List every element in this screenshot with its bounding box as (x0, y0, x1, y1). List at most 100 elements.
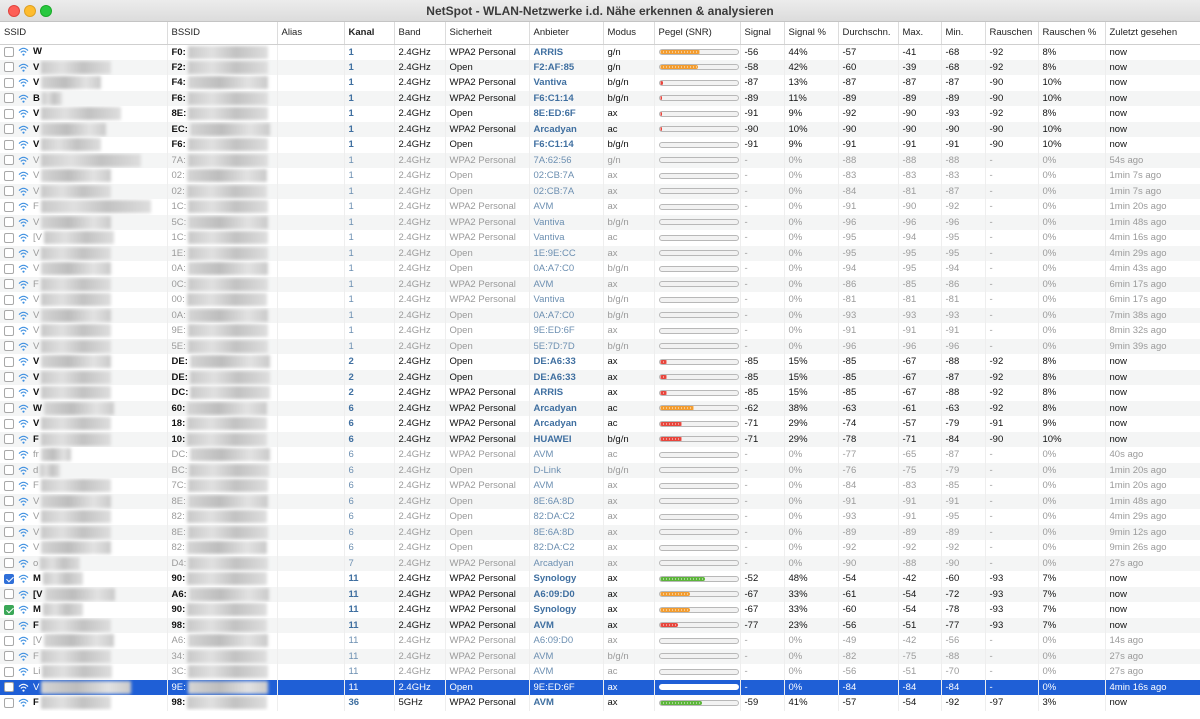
table-row[interactable]: [V A6: 11 2.4GHz WPA2 Personal A6:09:D0 ax -67 3… (0, 586, 1200, 602)
table-row[interactable]: V 00: 1 2.4GHz WPA2 Personal Vantiva b/g/n -0% -… (0, 292, 1200, 308)
table-row[interactable]: F 7C: 6 2.4GHz WPA2 Personal AVM ax -0% -84 -83 -8… (0, 478, 1200, 494)
row-checkbox[interactable] (4, 201, 14, 212)
table-row[interactable]: V 8E: 6 2.4GHz Open 8E:6A:8D ax -0% -91 -91 -91-0%… (0, 493, 1200, 509)
cell-alias[interactable] (277, 385, 345, 401)
table-row[interactable]: V 5C: 1 2.4GHz WPA2 Personal Vantiva b/g/n -0% -… (0, 214, 1200, 230)
table-row[interactable]: V F6: 1 2.4GHz Open F6:C1:14 b/g/n -91 9% -91 -91-… (0, 137, 1200, 153)
col-header-ssid[interactable]: SSID (0, 22, 168, 45)
row-checkbox[interactable] (4, 573, 14, 584)
row-checkbox[interactable] (4, 62, 14, 73)
row-checkbox[interactable] (4, 93, 14, 104)
row-checkbox[interactable] (4, 155, 14, 166)
table-row[interactable]: V 18: 6 2.4GHz WPA2 Personal Arcadyan ac -71 29%… (0, 416, 1200, 432)
cell-alias[interactable] (277, 462, 345, 478)
col-header-pegel[interactable]: Pegel (SNR) (654, 22, 741, 45)
cell-alias[interactable] (277, 168, 345, 184)
row-checkbox[interactable] (4, 666, 14, 677)
table-row[interactable]: F 34: 11 2.4GHz WPA2 Personal AVM b/g/n -0% -82-… (0, 648, 1200, 664)
cell-alias[interactable] (277, 478, 345, 494)
row-checkbox[interactable] (4, 279, 14, 290)
cell-alias[interactable] (277, 121, 345, 137)
row-checkbox[interactable] (4, 263, 14, 274)
cell-alias[interactable] (277, 648, 345, 664)
cell-alias[interactable] (277, 152, 345, 168)
cell-alias[interactable] (277, 602, 345, 618)
cell-alias[interactable] (277, 493, 345, 509)
cell-alias[interactable] (277, 90, 345, 106)
table-row[interactable]: [V A6: 11 2.4GHz WPA2 Personal A6:09:D0 ax -0% -… (0, 633, 1200, 649)
table-row[interactable]: o D4: 7 2.4GHz WPA2 Personal Arcadyan ax -0% -90… (0, 555, 1200, 571)
cell-alias[interactable] (277, 354, 345, 370)
cell-alias[interactable] (277, 571, 345, 587)
col-header-kanal[interactable]: Kanal⌃ (344, 22, 395, 45)
table-row[interactable]: F 1C: 1 2.4GHz WPA2 Personal AVM ax -0% -91 -90 -9… (0, 199, 1200, 215)
table-row[interactable]: V DE: 2 2.4GHz Open DE:A6:33 ax -85 15% -85 -67 -87… (0, 369, 1200, 385)
row-checkbox[interactable] (4, 418, 14, 429)
row-checkbox[interactable] (4, 542, 14, 553)
cell-alias[interactable] (277, 695, 345, 711)
col-header-durchschn[interactable]: Durchschn. (838, 22, 899, 45)
cell-alias[interactable] (277, 431, 345, 447)
col-header-max[interactable]: Max. (898, 22, 942, 45)
table-row[interactable]: fr DC: 6 2.4GHz WPA2 Personal AVM ac -0% -77 -65-… (0, 447, 1200, 463)
row-checkbox[interactable] (4, 170, 14, 181)
col-header-bssid[interactable]: BSSID (167, 22, 278, 45)
col-header-modus[interactable]: Modus (603, 22, 655, 45)
table-row[interactable]: [V 1C: 1 2.4GHz WPA2 Personal Vantiva ac -0% -95… (0, 230, 1200, 246)
col-header-sicherheit[interactable]: Sicherheit (445, 22, 530, 45)
row-checkbox[interactable] (4, 697, 14, 708)
col-header-alias[interactable]: Alias (277, 22, 345, 45)
cell-alias[interactable] (277, 338, 345, 354)
cell-alias[interactable] (277, 276, 345, 292)
cell-alias[interactable] (277, 369, 345, 385)
cell-alias[interactable] (277, 183, 345, 199)
table-row[interactable]: V 1E: 1 2.4GHz Open 1E:9E:CC ax -0% -95 -95 -95-0%… (0, 245, 1200, 261)
row-checkbox[interactable] (4, 434, 14, 445)
col-header-zuletzt[interactable]: Zuletzt gesehen (1105, 22, 1200, 45)
cell-alias[interactable] (277, 44, 345, 60)
cell-alias[interactable] (277, 292, 345, 308)
table-row[interactable]: V 0A: 1 2.4GHz Open 0A:A7:C0 b/g/n -0% -93 -93 -93… (0, 307, 1200, 323)
cell-alias[interactable] (277, 230, 345, 246)
col-header-signal[interactable]: Signal (740, 22, 785, 45)
table-row[interactable]: B F6: 1 2.4GHz WPA2 Personal F6:C1:14 b/g/n -89… (0, 90, 1200, 106)
table-row[interactable]: V 82: 6 2.4GHz Open 82:DA:C2 ax -0% -93 -91 -95-0%… (0, 509, 1200, 525)
row-checkbox[interactable] (4, 682, 14, 693)
cell-alias[interactable] (277, 617, 345, 633)
cell-alias[interactable] (277, 106, 345, 122)
cell-alias[interactable] (277, 586, 345, 602)
row-checkbox[interactable] (4, 496, 14, 507)
table-row[interactable]: V F2: 1 2.4GHz Open F2:AF:85 g/n -58 42% -60 -39 -6… (0, 59, 1200, 75)
row-checkbox[interactable] (4, 325, 14, 336)
cell-alias[interactable] (277, 214, 345, 230)
table-row[interactable]: V 8E: 6 2.4GHz Open 8E:6A:8D ax -0% -89 -89 -89-0%… (0, 524, 1200, 540)
table-row[interactable]: F 10: 6 2.4GHz WPA2 Personal HUAWEI b/g/n -71 29… (0, 431, 1200, 447)
row-checkbox[interactable] (4, 449, 14, 460)
cell-alias[interactable] (277, 664, 345, 680)
table-row[interactable]: M 90: 11 2.4GHz WPA2 Personal Synology ax -52 48… (0, 571, 1200, 587)
row-checkbox[interactable] (4, 232, 14, 243)
table-row[interactable]: V 9E: 11 2.4GHz Open 9E:ED:6F ax -0% -84 -84 -84-0… (0, 679, 1200, 695)
row-checkbox[interactable] (4, 558, 14, 569)
table-row[interactable]: W F0: 1 2.4GHz WPA2 Personal ARRIS g/n -56 44% -5… (0, 44, 1200, 60)
row-checkbox[interactable] (4, 511, 14, 522)
cell-alias[interactable] (277, 540, 345, 556)
row-checkbox[interactable] (4, 527, 14, 538)
table-row[interactable]: F 98: 11 2.4GHz WPA2 Personal AVM ax -77 23% -56-… (0, 617, 1200, 633)
row-checkbox[interactable] (4, 46, 14, 57)
cell-alias[interactable] (277, 199, 345, 215)
row-checkbox[interactable] (4, 465, 14, 476)
table-row[interactable]: V DC: 2 2.4GHz WPA2 Personal ARRIS ax -85 15% -85… (0, 385, 1200, 401)
row-checkbox[interactable] (4, 635, 14, 646)
table-row[interactable]: V 5E: 1 2.4GHz Open 5E:7D:7D b/g/n -0% -96 -96 -96… (0, 338, 1200, 354)
row-checkbox[interactable] (4, 403, 14, 414)
row-checkbox[interactable] (4, 387, 14, 398)
cell-alias[interactable] (277, 524, 345, 540)
row-checkbox[interactable] (4, 108, 14, 119)
row-checkbox[interactable] (4, 604, 14, 615)
table-row[interactable]: V DE: 2 2.4GHz Open DE:A6:33 ax -85 15% -85 -67 -88… (0, 354, 1200, 370)
col-header-signal-pct[interactable]: Signal % (784, 22, 839, 45)
table-row[interactable]: V 82: 6 2.4GHz Open 82:DA:C2 ax -0% -92 -92 -92-0%… (0, 540, 1200, 556)
cell-alias[interactable] (277, 400, 345, 416)
cell-alias[interactable] (277, 59, 345, 75)
